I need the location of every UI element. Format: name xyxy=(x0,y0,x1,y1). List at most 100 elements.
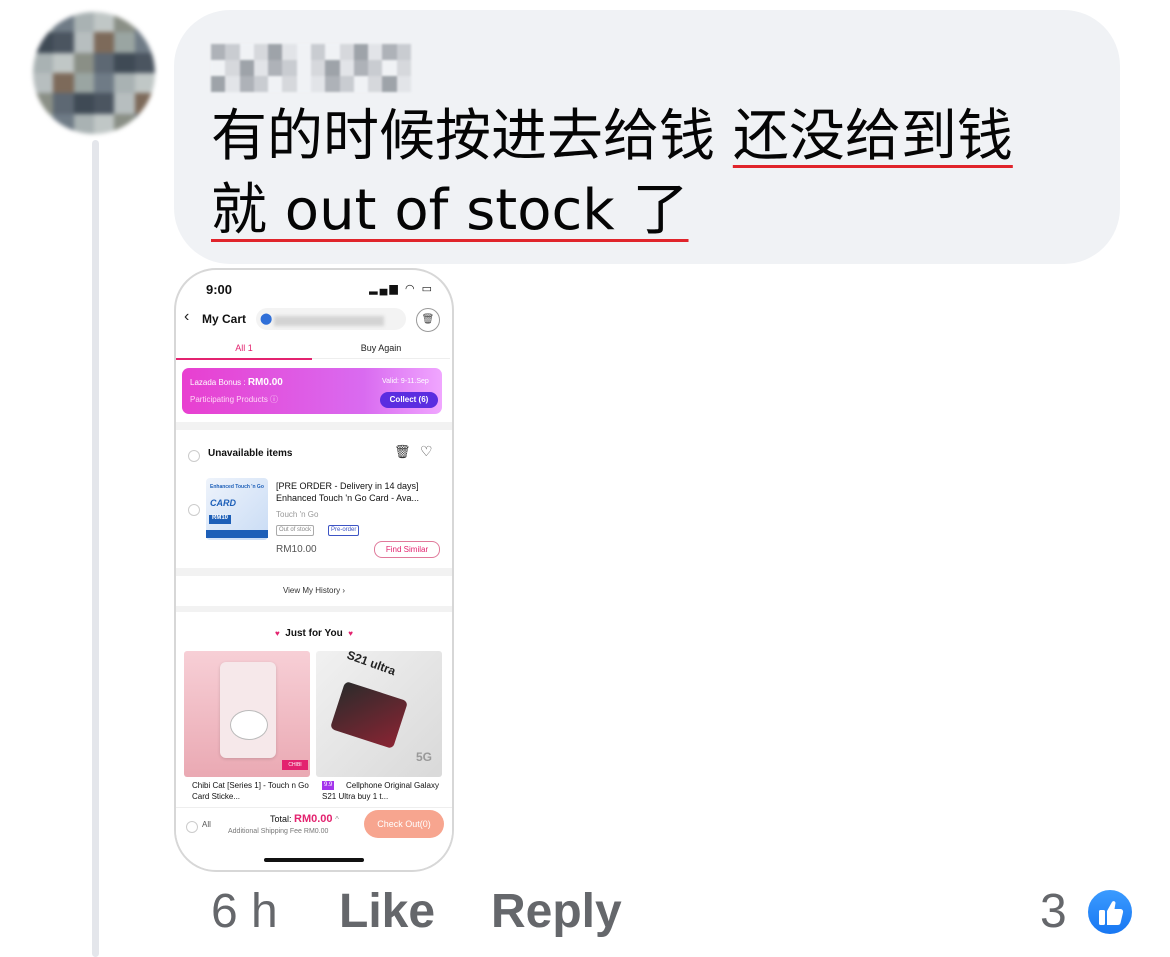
reply-button[interactable]: Reply xyxy=(491,884,622,939)
avatar-pixel xyxy=(94,52,115,73)
thumbs-up-glyph xyxy=(1099,901,1124,925)
avatar-pixel xyxy=(94,12,115,33)
location-pin-icon: ⬤ xyxy=(260,313,273,325)
name-pixel xyxy=(282,76,297,92)
collect-button: Collect (6) xyxy=(380,392,438,408)
name-pixel xyxy=(310,76,326,92)
status-icons: ▂▄▆ ◠ ▭ xyxy=(369,283,434,295)
name-pixel xyxy=(211,44,226,60)
avatar-pixel xyxy=(53,52,74,73)
avatar-pixel xyxy=(53,32,74,53)
bonus-label: Lazada Bonus : RM0.00 xyxy=(190,377,283,388)
name-pixel xyxy=(282,60,297,76)
name-pixel xyxy=(211,76,226,92)
name-pixel xyxy=(225,76,240,92)
avatar-pixel xyxy=(94,32,115,53)
avatar-pixel xyxy=(114,93,135,114)
name-pixel xyxy=(325,76,340,92)
avatar-pixel xyxy=(114,113,135,134)
name-pixel xyxy=(396,60,411,76)
product-price: RM10.00 xyxy=(276,544,317,555)
name-pixel xyxy=(368,60,383,76)
pre-order-tag: Pre-order xyxy=(328,525,360,536)
tile-1-name: Chibi Cat [Series 1] - Touch n Go Card S… xyxy=(192,781,309,801)
name-pixel xyxy=(368,44,383,60)
comment-timestamp[interactable]: 6 h xyxy=(211,884,278,939)
avatar-pixel xyxy=(114,12,135,33)
chibi-badge: CHIBI xyxy=(282,760,308,770)
avatar-pixel xyxy=(134,73,155,94)
avatar-pixel xyxy=(134,32,155,53)
shipping-fee: Additional Shipping Fee RM0.00 xyxy=(228,828,329,835)
product-brand: Touch 'n Go xyxy=(276,510,319,519)
name-pixel xyxy=(253,60,269,76)
avatar-pixel xyxy=(33,73,54,94)
avatar-pixel xyxy=(73,32,94,53)
home-indicator xyxy=(264,858,364,862)
avatar-pixel xyxy=(33,32,54,53)
name-pixel xyxy=(353,44,369,60)
avatar-pixel xyxy=(73,52,94,73)
name-pixel xyxy=(296,44,311,60)
name-pixel xyxy=(239,76,254,92)
avatar-pixel xyxy=(33,113,54,134)
avatar-pixel xyxy=(134,113,155,134)
avatar-pixel xyxy=(53,93,74,114)
name-pixel xyxy=(339,60,354,76)
unavailable-title: Unavailable items xyxy=(208,448,293,459)
heart-icon: ♡ xyxy=(420,443,433,459)
name-pixel xyxy=(382,60,397,76)
back-chevron-icon: ‹ xyxy=(184,308,190,325)
name-pixel xyxy=(382,44,397,60)
card-strip xyxy=(206,530,268,538)
trash-icon: 🗑 xyxy=(394,444,411,459)
avatar-pixel xyxy=(53,73,74,94)
avatar-pixel xyxy=(94,93,115,114)
name-pixel xyxy=(225,44,240,60)
avatar-pixel xyxy=(94,73,115,94)
card-rm-badge: RM10 xyxy=(209,515,231,524)
name-pixel xyxy=(353,60,369,76)
name-pixel xyxy=(253,44,269,60)
find-similar-button: Find Similar xyxy=(374,541,440,558)
comment-text-line1: 有的时候按进去给钱 xyxy=(211,104,733,169)
divider xyxy=(176,422,452,430)
commenter-avatar[interactable] xyxy=(33,12,155,134)
tile-2-name: Cellphone Original Galaxy S21 Ultra buy … xyxy=(322,781,439,801)
name-pixel xyxy=(325,44,340,60)
reaction-count[interactable]: 3 xyxy=(1040,884,1067,939)
avatar-pixel xyxy=(53,113,74,134)
product-name: [PRE ORDER - Delivery in 14 days] Enhanc… xyxy=(276,481,419,503)
name-pixel xyxy=(253,76,269,92)
chibi-cat-illustration xyxy=(230,710,268,740)
view-history-link: View My History › xyxy=(282,586,346,595)
commenter-name-redacted[interactable] xyxy=(211,44,411,92)
heart-dot-icon: ♥ xyxy=(348,629,354,638)
name-pixel xyxy=(368,76,383,92)
tile-2-sale-tag: 9.9 xyxy=(322,781,335,790)
total: Total: RM0.00 ^ xyxy=(270,813,339,825)
comment-text-underlined-2: 就 out of stock 了 xyxy=(211,178,689,243)
name-pixel xyxy=(339,44,354,60)
cart-title: My Cart xyxy=(202,312,247,326)
select-all-radio xyxy=(186,821,198,833)
name-pixel xyxy=(310,44,326,60)
avatar-pixel xyxy=(114,73,135,94)
avatar-pixel xyxy=(73,12,94,33)
name-pixel xyxy=(282,44,297,60)
checkout-button: Check Out(0) xyxy=(364,810,444,838)
name-pixel xyxy=(310,60,326,76)
name-pixel xyxy=(396,76,411,92)
attached-screenshot[interactable]: 9:00 ▂▄▆ ◠ ▭ ‹ My Cart ⬤ 🗑 All 1 Buy Aga… xyxy=(174,268,454,872)
name-pixel xyxy=(353,76,369,92)
avatar-pixel xyxy=(134,52,155,73)
name-pixel xyxy=(396,44,411,60)
trash-icon: 🗑 xyxy=(416,308,440,332)
tab-buy-again: Buy Again xyxy=(312,338,450,359)
divider xyxy=(176,606,452,612)
out-of-stock-tag: Out of stock xyxy=(276,525,315,536)
thumbs-up-icon[interactable] xyxy=(1086,888,1134,936)
avatar-pixel xyxy=(134,12,155,33)
name-pixel xyxy=(325,60,340,76)
like-button[interactable]: Like xyxy=(339,884,435,939)
